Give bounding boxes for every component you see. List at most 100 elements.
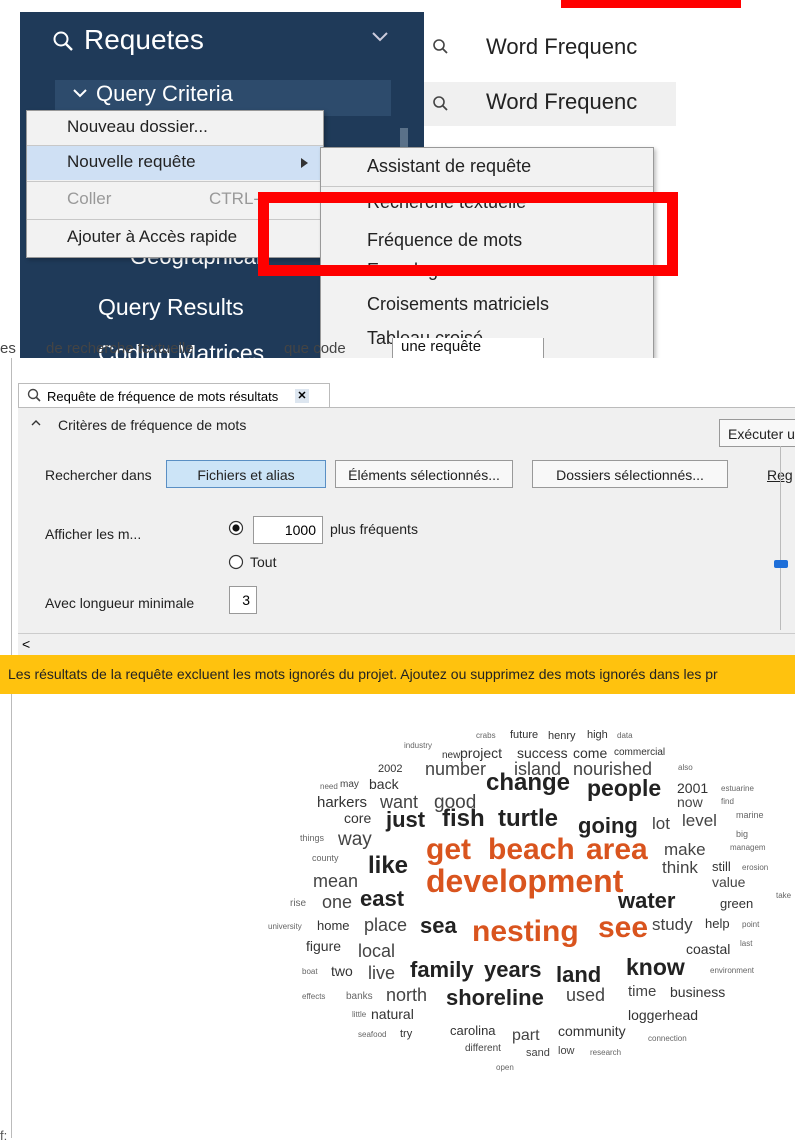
selected-folders-button[interactable]: Dossiers sélectionnés... [532,460,728,488]
cloud-word[interactable]: carolina [450,1024,496,1037]
cloud-word[interactable]: 2001 [677,781,708,795]
cloud-word[interactable]: banks [346,992,373,1002]
cloud-word[interactable]: make [664,841,706,858]
files-and-aliases-button[interactable]: Fichiers et alias [166,460,326,488]
cloud-word[interactable]: fish [442,807,485,831]
cloud-word[interactable]: shoreline [446,987,544,1009]
cloud-word[interactable]: find [721,798,734,806]
cloud-word[interactable]: environment [710,967,754,975]
cloud-word[interactable]: home [317,919,350,932]
chevron-up-icon[interactable] [30,418,42,428]
cloud-word[interactable]: high [587,730,608,741]
cloud-word[interactable]: different [465,1044,501,1054]
cloud-word[interactable]: effects [302,993,325,1001]
cloud-word[interactable]: development [426,865,623,897]
cloud-word[interactable]: rise [290,899,306,909]
cloud-word[interactable]: years [484,959,542,981]
cloud-word[interactable]: value [712,875,745,889]
cloud-word[interactable]: north [386,986,427,1004]
min-length-input[interactable]: 3 [229,586,257,614]
cloud-word[interactable]: community [558,1024,626,1038]
cloud-word[interactable]: sand [526,1048,550,1059]
cloud-word[interactable]: project [460,746,502,760]
radio-top-selected[interactable] [228,520,244,536]
cloud-word[interactable]: place [364,916,407,934]
cloud-word[interactable]: crabs [476,732,496,740]
cloud-word[interactable]: erosion [742,864,768,872]
cloud-word[interactable]: just [386,809,425,831]
cloud-word[interactable]: big [736,830,748,839]
scroll-left-icon[interactable]: < [22,636,30,652]
tab-label[interactable]: de recherche textuelle [46,340,194,357]
close-icon[interactable]: ✕ [295,389,309,403]
tab-label[interactable]: une requête [392,338,544,358]
submenu-item-query-wizard[interactable]: Assistant de requête [367,156,531,177]
horizontal-scrollbar[interactable]: < [18,633,795,656]
radio-all[interactable] [228,554,244,570]
cloud-word[interactable]: see [598,913,648,943]
cloud-word[interactable]: know [626,956,685,979]
cloud-word[interactable]: used [566,986,605,1004]
menu-item-new-folder[interactable]: Nouveau dossier... [27,111,323,145]
cloud-word[interactable]: come [573,746,607,760]
cloud-word[interactable]: think [662,859,698,876]
cloud-word[interactable]: study [652,916,693,933]
cloud-word[interactable]: county [312,854,339,863]
cloud-word[interactable]: still [712,860,731,873]
cloud-word[interactable]: area [586,835,648,865]
cloud-word[interactable]: university [268,923,302,931]
nav-item-requetes[interactable]: Requetes [84,24,204,56]
cloud-word[interactable]: marine [736,811,764,820]
cloud-word[interactable]: beach [488,835,575,865]
cloud-word[interactable]: turtle [498,807,558,831]
cloud-word[interactable]: water [618,890,675,912]
cloud-word[interactable]: live [368,964,395,982]
cloud-word[interactable]: success [517,746,568,760]
cloud-word[interactable]: things [300,834,324,843]
menu-item-new-query[interactable]: Nouvelle requête [27,146,323,180]
cloud-word[interactable]: help [705,917,730,930]
cloud-word[interactable]: get [426,835,471,865]
cloud-word[interactable]: future [510,730,538,741]
cloud-word[interactable]: level [682,812,717,829]
cloud-word[interactable]: little [352,1011,366,1019]
slider-thumb[interactable] [774,560,788,568]
tab-word-frequency-results[interactable]: Requête de fréquence de mots résultats ✕ [18,383,330,408]
nav-item-query-criteria[interactable]: Query Criteria [96,81,233,107]
cloud-word[interactable]: connection [648,1035,687,1043]
cloud-word[interactable]: may [340,780,359,790]
cloud-word[interactable]: land [556,964,601,986]
cloud-word[interactable]: business [670,985,725,999]
cloud-word[interactable]: back [369,777,399,791]
chevron-down-icon[interactable] [72,88,88,100]
top-count-input[interactable]: 1000 [253,516,323,544]
cloud-word[interactable]: point [742,921,759,929]
cloud-word[interactable]: mean [313,872,358,890]
cloud-word[interactable]: sea [420,915,457,937]
cloud-word[interactable]: part [512,1028,540,1044]
run-button[interactable]: Exécuter u [719,419,795,447]
cloud-word[interactable]: henry [548,731,576,742]
cloud-word[interactable]: local [358,942,395,960]
cloud-word[interactable]: take [776,892,791,900]
cloud-word[interactable]: loggerhead [628,1008,698,1022]
cloud-word[interactable]: change [486,771,570,795]
cloud-word[interactable]: research [590,1049,621,1057]
cloud-word[interactable]: boat [302,968,318,976]
cloud-word[interactable]: open [496,1064,514,1072]
cloud-word[interactable]: also [678,764,693,772]
list-item[interactable]: Word Frequenc [486,34,637,60]
cloud-word[interactable]: core [344,811,371,825]
cloud-word[interactable]: family [410,959,474,981]
chevron-down-icon[interactable] [370,30,390,44]
cloud-word[interactable]: try [400,1029,412,1040]
cloud-word[interactable]: harkers [317,795,367,810]
cloud-word[interactable]: now [677,795,703,809]
cloud-word[interactable]: natural [371,1007,414,1021]
cloud-word[interactable]: data [617,732,633,740]
cloud-word[interactable]: east [360,888,404,910]
cloud-word[interactable]: managem [730,844,766,852]
cloud-word[interactable]: low [558,1046,575,1057]
cloud-word[interactable]: figure [306,939,341,953]
cloud-word[interactable]: lot [652,815,670,832]
